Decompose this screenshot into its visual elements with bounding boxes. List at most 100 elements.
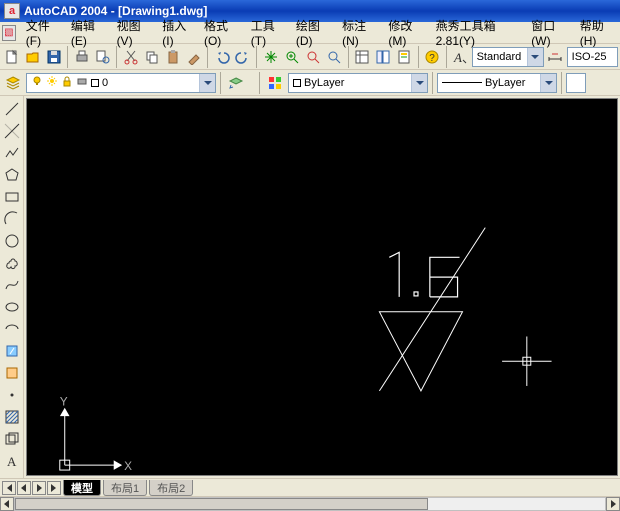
sun-icon [46, 75, 58, 90]
layout-tabs: 模型 布局1 布局2 [63, 479, 195, 496]
layer-manager-button[interactable] [2, 72, 24, 94]
color-swatch [293, 79, 301, 87]
tab-layout2[interactable]: 布局2 [149, 480, 193, 496]
linetype-dropdown[interactable]: ByLayer [437, 73, 557, 93]
polygon-tool[interactable] [2, 165, 22, 185]
xline-tool[interactable] [2, 121, 22, 141]
cut-button[interactable] [121, 46, 140, 68]
scroll-left-button[interactable] [0, 497, 14, 511]
x-axis-label: X [124, 459, 132, 473]
bulb-icon [31, 75, 43, 90]
zoom-prev-button[interactable] [325, 46, 344, 68]
app-icon: a [4, 3, 20, 19]
lineweight-dropdown[interactable] [566, 73, 586, 93]
layout-tabs-row: 模型 布局1 布局2 [0, 478, 620, 496]
revcloud-tool[interactable] [2, 253, 22, 273]
designcenter-button[interactable] [374, 46, 393, 68]
color-dropdown[interactable]: ByLayer [288, 73, 428, 93]
annotation-value: 1.6 [394, 296, 396, 298]
dimstyle-value: ISO-25 [572, 51, 607, 63]
standard-toolbar: ? A Standard ISO-25 [0, 44, 620, 70]
print-button[interactable] [72, 46, 91, 68]
ucs-icon [60, 409, 121, 470]
layer-color-swatch [91, 79, 99, 87]
textstyle-dropdown[interactable]: Standard [472, 47, 544, 67]
chevron-down-icon [199, 74, 215, 92]
doc-icon: ▧ [2, 25, 16, 41]
zoom-window-button[interactable] [303, 46, 322, 68]
open-button[interactable] [23, 46, 42, 68]
tab-prev-button[interactable] [17, 481, 31, 495]
polyline-tool[interactable] [2, 143, 22, 163]
dimstyle-icon [546, 46, 565, 68]
menu-yanxiu[interactable]: 燕秀工具箱2.81(Y) [430, 15, 526, 50]
linetype-value: ByLayer [485, 77, 525, 89]
point-tool[interactable] [2, 385, 22, 405]
pan-button[interactable] [261, 46, 280, 68]
undo-button[interactable] [212, 46, 231, 68]
hatch-tool[interactable] [2, 407, 22, 427]
scroll-track[interactable] [14, 497, 606, 511]
plot-icon [76, 75, 88, 90]
drawing-geometry [379, 228, 485, 391]
save-button[interactable] [44, 46, 63, 68]
rectangle-tool[interactable] [2, 187, 22, 207]
chevron-down-icon [527, 48, 543, 66]
svg-text:A: A [7, 454, 17, 469]
zoom-realtime-button[interactable] [282, 46, 301, 68]
make-block-tool[interactable] [2, 363, 22, 383]
color-control-button[interactable] [264, 72, 286, 94]
menu-help[interactable]: 帮助(H) [574, 15, 620, 50]
textstyle-icon: A [451, 46, 470, 68]
hscrollbar[interactable] [0, 496, 620, 510]
insert-block-tool[interactable] [2, 341, 22, 361]
linetype-sample [442, 82, 482, 83]
paste-button[interactable] [163, 46, 182, 68]
y-axis-label: Y [60, 395, 68, 409]
scroll-thumb[interactable] [15, 498, 428, 510]
match-prop-button[interactable] [184, 46, 203, 68]
tab-next-button[interactable] [32, 481, 46, 495]
scroll-right-button[interactable] [606, 497, 620, 511]
layer-value: 0 [102, 77, 108, 89]
color-value: ByLayer [304, 77, 344, 89]
draw-toolbar: A [0, 96, 24, 478]
tab-first-button[interactable] [2, 481, 16, 495]
redo-button[interactable] [233, 46, 252, 68]
layer-prev-button[interactable] [225, 72, 247, 94]
layer-toolbar: 0 ByLayer ByLayer [0, 70, 620, 96]
toolpalette-button[interactable] [395, 46, 414, 68]
tab-model[interactable]: 模型 [63, 480, 101, 496]
lock-icon [61, 75, 73, 90]
menubar: ▧ 文件(F) 编辑(E) 视图(V) 插入(I) 格式(O) 工具(T) 绘图… [0, 22, 620, 44]
annotation-text-glyphs [389, 252, 459, 297]
textstyle-value: Standard [477, 51, 522, 63]
dimstyle-dropdown[interactable]: ISO-25 [567, 47, 619, 67]
properties-button[interactable] [352, 46, 371, 68]
main-area: A X Y [0, 96, 620, 478]
svg-text:?: ? [429, 53, 435, 64]
canvas-svg: X Y [27, 99, 617, 475]
chevron-down-icon [540, 74, 556, 92]
help-button[interactable]: ? [423, 46, 442, 68]
spline-tool[interactable] [2, 275, 22, 295]
circle-tool[interactable] [2, 231, 22, 251]
ellipse-arc-tool[interactable] [2, 319, 22, 339]
arc-tool[interactable] [2, 209, 22, 229]
layer-dropdown[interactable]: 0 [26, 73, 216, 93]
new-button[interactable] [2, 46, 21, 68]
tab-layout1[interactable]: 布局1 [103, 480, 147, 496]
ellipse-tool[interactable] [2, 297, 22, 317]
tab-nav-buttons [0, 479, 63, 496]
copy-button[interactable] [142, 46, 161, 68]
svg-text:A: A [453, 50, 462, 65]
line-tool[interactable] [2, 99, 22, 119]
text-tool[interactable]: A [2, 451, 22, 471]
region-tool[interactable] [2, 429, 22, 449]
canvas-wrap: X Y [24, 96, 620, 478]
crosshair-cursor [502, 336, 551, 385]
tab-last-button[interactable] [47, 481, 61, 495]
chevron-down-icon [411, 74, 427, 92]
print-preview-button[interactable] [93, 46, 112, 68]
drawing-canvas[interactable]: X Y [26, 98, 618, 476]
